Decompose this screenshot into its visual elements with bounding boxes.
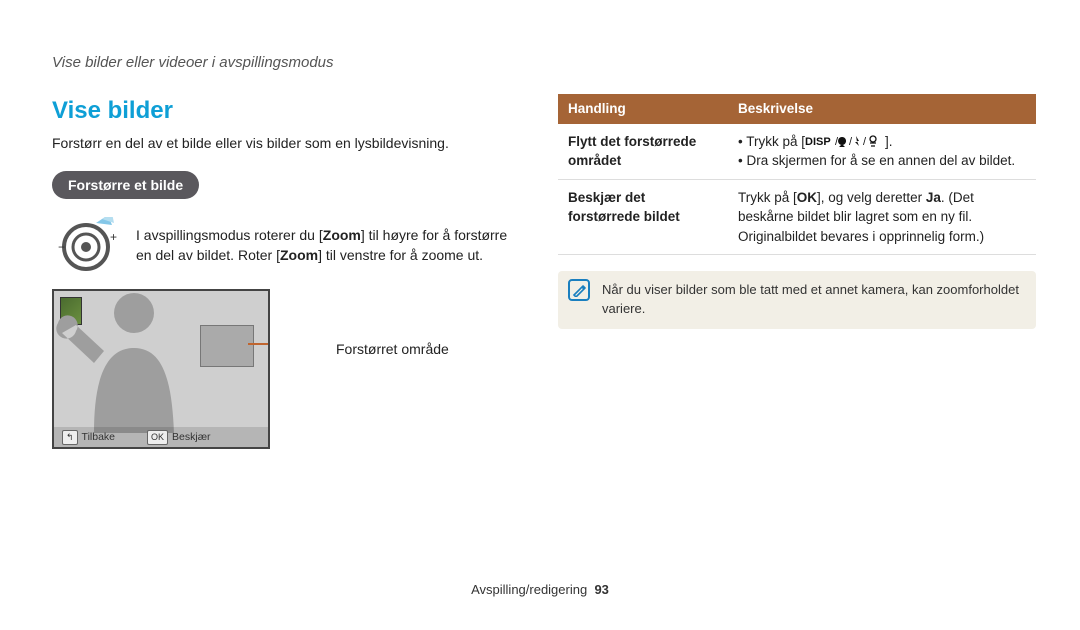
nav-keys-icons: DISP / / / <box>805 134 885 149</box>
table-row: Beskjær det forstørrede bildet Trykk på … <box>558 179 1036 255</box>
right-column: Handling Beskrivelse Flytt det forstørre… <box>558 94 1036 329</box>
row1-action: Flytt det forstørrede området <box>558 124 728 180</box>
svg-text:+: + <box>110 230 117 244</box>
page-footer: Avspilling/redigering 93 <box>0 581 1080 600</box>
back-key-icon: ↰ <box>62 430 78 445</box>
svg-text:/: / <box>849 136 853 148</box>
svg-text:/: / <box>863 136 867 148</box>
intro-text: Forstørr en del av et bilde eller vis bi… <box>52 133 517 153</box>
ok-key-icon: OK <box>147 430 168 445</box>
row2-action: Beskjær det forstørrede bildet <box>558 179 728 255</box>
zoom-pointer-line <box>248 343 270 345</box>
left-column: Vise bilder Forstørr en del av et bilde … <box>52 94 517 449</box>
note-icon <box>568 279 590 301</box>
zoom-rectangle <box>200 325 254 367</box>
zoom-instruction-text: I avspillingsmodus roterer du [Zoom] til… <box>136 225 517 266</box>
breadcrumb: Vise bilder eller videoer i avspillingsm… <box>52 52 334 74</box>
ok-control: OKBeskjær <box>147 430 211 445</box>
zoom-instruction-row: − + I avspillingsmodus roterer du [Zoom]… <box>52 217 517 273</box>
th-action: Handling <box>558 94 728 124</box>
subsection-pill: Forstørre et bilde <box>52 171 199 199</box>
silhouette-icon <box>52 293 214 433</box>
th-desc: Beskrivelse <box>728 94 1036 124</box>
page-title: Vise bilder <box>52 94 517 129</box>
note-box: Når du viser bilder som ble tatt med et … <box>558 271 1036 329</box>
row1-desc: Trykk på [ DISP / / / ]. Dra <box>728 124 1036 180</box>
ok-key-text: OK <box>797 190 817 205</box>
row2-desc: Trykk på [OK], og velg deretter Ja. (Det… <box>728 179 1036 255</box>
preview-bottom-bar: ↰Tilbake OKBeskjær <box>54 427 268 447</box>
action-table: Handling Beskrivelse Flytt det forstørre… <box>558 94 1036 255</box>
svg-text:−: − <box>58 240 65 254</box>
zoom-dial-icon: − + <box>52 217 124 273</box>
note-text: Når du viser bilder som ble tatt med et … <box>602 282 1019 316</box>
preview-frame: ↰Tilbake OKBeskjær <box>52 289 270 449</box>
table-row: Flytt det forstørrede området Trykk på [… <box>558 124 1036 180</box>
zoom-area-callout: Forstørret område <box>336 339 449 359</box>
screen-preview: ↰Tilbake OKBeskjær Forstørret område <box>52 289 517 449</box>
svg-text:DISP: DISP <box>805 136 831 148</box>
back-control: ↰Tilbake <box>62 430 115 445</box>
